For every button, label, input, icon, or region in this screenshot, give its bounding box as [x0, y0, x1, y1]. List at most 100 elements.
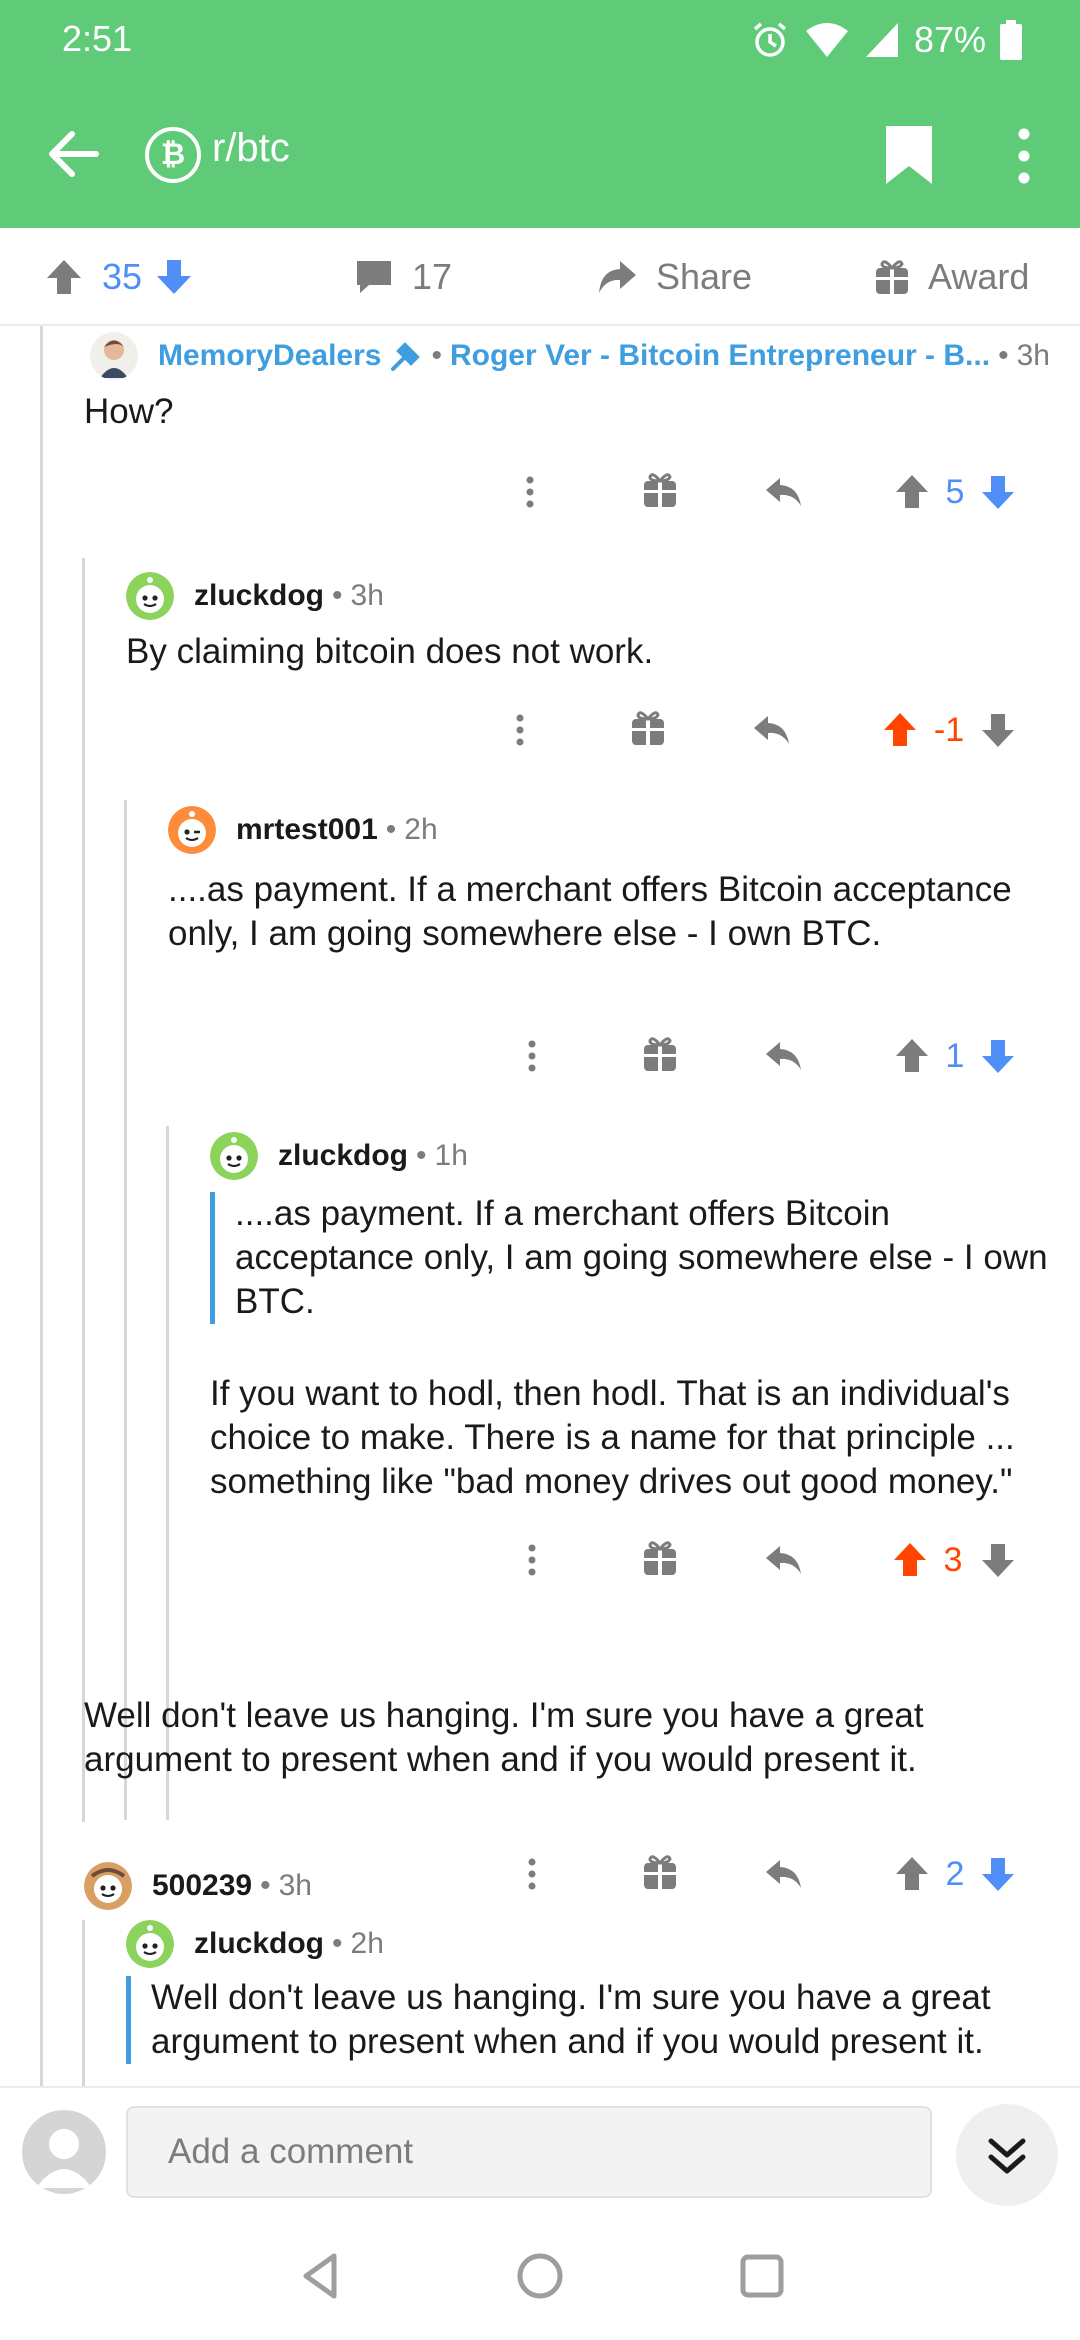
subreddit-icon[interactable]: ₿ — [145, 127, 201, 183]
default-avatar-icon — [36, 2129, 92, 2188]
reply-icon[interactable] — [764, 1026, 804, 1086]
user-flair: Roger Ver - Bitcoin Entrepreneur - B... — [449, 339, 991, 372]
post-score: 35 — [102, 256, 143, 297]
subreddit-title[interactable]: r/btc — [212, 126, 290, 171]
downvote-icon[interactable] — [980, 462, 1016, 522]
comment-actions: 3 — [500, 1530, 1060, 1590]
separator-dot: • — [998, 339, 1009, 372]
status-icons: 87% — [750, 14, 1022, 66]
comment-feed[interactable]: MemoryDealers • Roger Ver - Bitcoin Entr… — [0, 326, 1080, 2086]
thread-line[interactable] — [82, 1920, 85, 2086]
user-avatar[interactable] — [84, 1862, 132, 1910]
quoted-text: ....as payment. If a merchant offers Bit… — [210, 1192, 1050, 1324]
back-arrow-icon[interactable] — [40, 120, 108, 188]
comment-username[interactable]: 500239 — [152, 1869, 252, 1903]
comment-username[interactable]: MemoryDealers — [158, 339, 381, 373]
comment-score: 3 — [943, 1540, 963, 1579]
comment-time: 2h — [404, 813, 438, 846]
comment-body: If you want to hodl, then hodl. That is … — [210, 1374, 1015, 1501]
downvote-icon[interactable] — [980, 1026, 1016, 1086]
user-avatar[interactable] — [22, 2110, 106, 2194]
reply-icon[interactable] — [752, 700, 792, 760]
comment-username[interactable]: mrtest001 — [236, 813, 378, 847]
comment-score: 1 — [945, 1036, 965, 1075]
comment-score: 5 — [945, 472, 965, 511]
system-nav-bar — [0, 2210, 1080, 2340]
comment-actions: 5 — [500, 462, 1060, 522]
battery-icon — [1000, 20, 1022, 60]
comment-username[interactable]: zluckdog — [278, 1139, 408, 1173]
back-nav-icon[interactable] — [290, 2246, 350, 2306]
next-comment-button[interactable] — [956, 2104, 1058, 2206]
signal-icon — [865, 23, 898, 57]
comment-icon — [357, 261, 391, 293]
moderator-icon — [391, 342, 421, 371]
comment-body: ....as payment. If a merchant offers Bit… — [168, 870, 1012, 953]
post-comments-button[interactable]: 17 — [354, 250, 452, 304]
comment-score: -1 — [933, 710, 965, 749]
bookmark-icon[interactable] — [884, 124, 934, 186]
gift-icon[interactable] — [630, 700, 666, 760]
alarm-icon — [753, 22, 787, 57]
share-icon — [599, 261, 636, 293]
more-options-icon[interactable] — [522, 1530, 542, 1590]
thread-line[interactable] — [166, 1126, 169, 1820]
battery-percent: 87% — [913, 19, 986, 60]
gift-icon[interactable] — [642, 1026, 678, 1086]
user-avatar[interactable] — [210, 1132, 258, 1180]
reply-icon[interactable] — [764, 1530, 804, 1590]
more-options-icon[interactable] — [522, 1026, 542, 1086]
upvote-icon[interactable] — [882, 700, 918, 760]
upvote-icon[interactable] — [894, 1026, 930, 1086]
award-label: Award — [928, 256, 1030, 297]
separator-dot: • — [332, 579, 343, 612]
post-action-bar: 35 17 Share Award — [0, 228, 1080, 326]
comment-bar: Add a comment — [0, 2086, 1080, 2210]
app-header: 2:51 87% ₿ r/btc — [0, 0, 1080, 228]
thread-line[interactable] — [124, 800, 127, 1820]
thread-line[interactable] — [82, 558, 85, 1822]
downvote-icon[interactable] — [154, 257, 194, 297]
more-options-icon[interactable] — [1004, 124, 1044, 188]
more-options-icon[interactable] — [520, 462, 540, 522]
gift-icon — [876, 260, 908, 294]
separator-dot: • — [416, 1139, 427, 1172]
award-button[interactable]: Award — [874, 250, 1029, 304]
separator-dot: • — [260, 1869, 271, 1902]
gift-icon[interactable] — [642, 462, 678, 522]
post-vote-group: 35 — [44, 250, 194, 304]
add-comment-input[interactable]: Add a comment — [126, 2106, 932, 2198]
comment-time: 3h — [1016, 339, 1050, 372]
comment-username[interactable]: zluckdog — [194, 579, 324, 613]
comment-count: 17 — [412, 256, 453, 297]
gift-icon[interactable] — [642, 1530, 678, 1590]
user-avatar[interactable] — [90, 332, 138, 380]
status-time: 2:51 — [62, 18, 133, 59]
user-avatar[interactable] — [168, 806, 216, 854]
more-options-icon[interactable] — [510, 700, 530, 760]
upvote-icon[interactable] — [892, 1530, 928, 1590]
share-button[interactable]: Share — [596, 250, 752, 304]
comment-actions: -1 — [500, 700, 1060, 760]
wifi-icon — [805, 23, 848, 57]
reply-icon[interactable] — [764, 462, 804, 522]
share-label: Share — [656, 256, 753, 297]
comment-time: 3h — [350, 579, 384, 612]
downvote-icon[interactable] — [980, 1530, 1016, 1590]
upvote-icon[interactable] — [44, 257, 84, 297]
comment-time: 3h — [278, 1869, 312, 1902]
comment-header: mrtest001 • 2h — [168, 806, 438, 854]
thread-line[interactable] — [40, 326, 43, 2086]
comment-header: MemoryDealers • Roger Ver - Bitcoin Entr… — [90, 332, 1050, 380]
recents-nav-icon[interactable] — [732, 2246, 792, 2306]
comment-actions: 1 — [500, 1026, 1060, 1086]
comment-body: By claiming bitcoin does not work. — [126, 632, 654, 671]
app-bar: ₿ r/btc — [0, 80, 1080, 228]
downvote-icon[interactable] — [980, 700, 1016, 760]
upvote-icon[interactable] — [894, 462, 930, 522]
home-nav-icon[interactable] — [510, 2246, 570, 2306]
separator-dot: • — [385, 813, 397, 846]
comment-header: zluckdog • 1h — [210, 1132, 468, 1180]
comment-header: zluckdog • 3h — [126, 572, 384, 620]
user-avatar[interactable] — [126, 572, 174, 620]
